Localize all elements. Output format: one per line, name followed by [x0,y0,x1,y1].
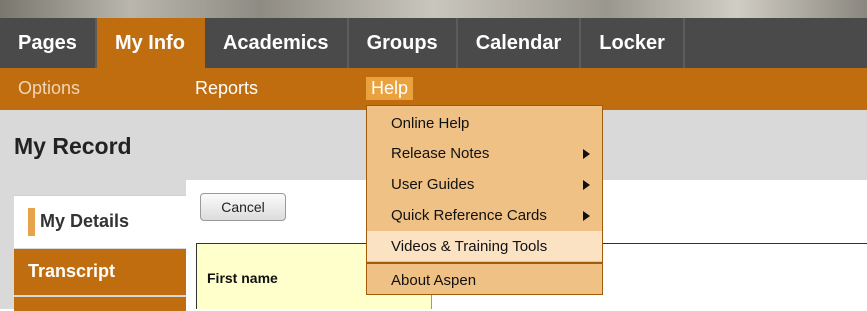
menu-item-label: Videos & Training Tools [391,238,548,255]
submenu-arrow-icon [583,149,590,159]
submenu-arrow-icon [583,211,590,221]
menu-item-label: Release Notes [391,145,490,162]
side-tab-my-details-label: My Details [40,211,130,231]
subnav-reports[interactable]: Reports [195,78,258,99]
cancel-button[interactable]: Cancel [200,193,286,221]
menu-item-label: User Guides [391,176,475,193]
top-navigation: Pages My Info Academics Groups Calendar … [0,18,867,68]
side-tab-transcript-label: Transcript [28,261,116,281]
sub-navigation: Options Reports Help [0,68,867,110]
side-tabs: My Details Transcript [14,195,186,311]
menu-item-about-aspen[interactable]: About Aspen [367,265,602,295]
tab-pages[interactable]: Pages [0,18,97,68]
menu-item-label: Online Help [391,115,470,132]
header-banner-image [0,0,867,18]
tab-my-info[interactable]: My Info [96,18,205,68]
menu-item-videos-training-tools[interactable]: Videos & Training Tools [367,231,602,261]
menu-separator [367,262,602,264]
menu-item-label: About Aspen [391,272,477,289]
tab-groups[interactable]: Groups [349,18,458,68]
side-tab-my-details[interactable]: My Details [14,195,186,248]
help-dropdown-menu: Online Help Release Notes User Guides Qu… [366,105,603,295]
menu-item-release-notes[interactable]: Release Notes [367,138,602,168]
menu-item-online-help[interactable]: Online Help [367,108,602,138]
subnav-options[interactable]: Options [18,78,80,99]
first-name-label: First name [207,270,278,286]
menu-item-label: Quick Reference Cards [391,207,547,224]
tab-academics[interactable]: Academics [205,18,349,68]
menu-item-user-guides[interactable]: User Guides [367,169,602,199]
tab-locker[interactable]: Locker [581,18,685,68]
active-tab-marker [28,208,35,236]
menu-item-quick-reference-cards[interactable]: Quick Reference Cards [367,200,602,230]
page-title: My Record [14,133,132,159]
subnav-help[interactable]: Help [366,77,414,100]
side-tab-transcript[interactable]: Transcript [14,249,186,295]
submenu-arrow-icon [583,180,590,190]
tab-calendar[interactable]: Calendar [458,18,582,68]
